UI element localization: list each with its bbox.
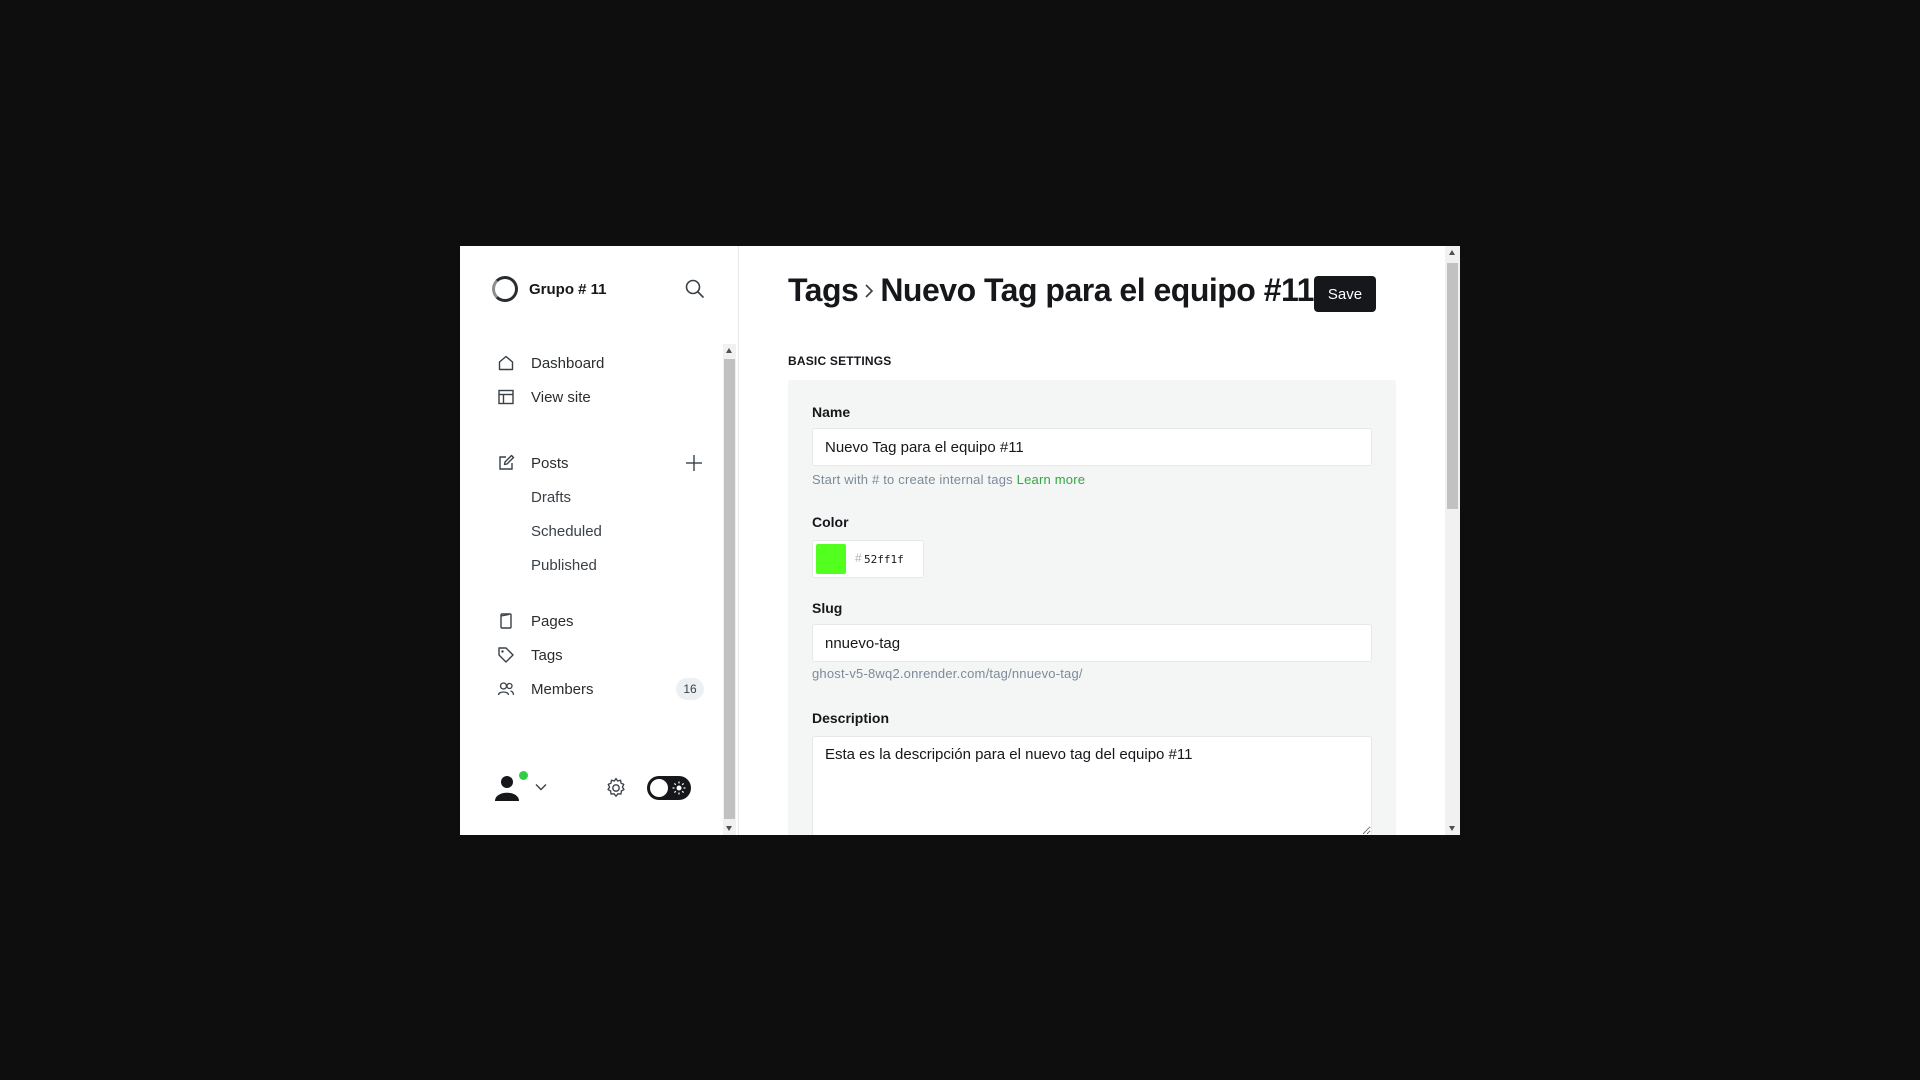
name-hint-text: Start with # to create internal tags [812,472,1013,487]
search-icon[interactable] [684,278,706,300]
sidebar-item-label: Pages [531,612,574,630]
scrollbar-thumb[interactable] [1447,263,1458,509]
color-hex-input[interactable] [864,547,919,571]
sidebar-item-scheduled[interactable]: Scheduled [496,514,696,548]
site-logo [492,276,518,302]
learn-more-link[interactable]: Learn more [1017,472,1085,487]
members-count-badge: 16 [676,678,704,700]
site-name: Grupo # 11 [529,280,607,298]
sidebar-item-published[interactable]: Published [496,548,696,582]
slug-label: Slug [812,600,843,616]
chevron-down-icon[interactable] [534,780,548,794]
scroll-up-arrow-icon[interactable] [726,348,732,353]
basic-settings-panel: Name Start with # to create internal tag… [788,380,1396,835]
sidebar-item-label: Tags [531,646,563,664]
color-label: Color [812,514,849,530]
edit-icon [496,453,516,473]
breadcrumb-tags-link[interactable]: Tags [788,272,859,309]
sun-icon [672,781,686,795]
scrollbar-thumb[interactable] [724,359,735,819]
sidebar-item-label: Posts [531,454,569,472]
page-title: Tags Nuevo Tag para el equipo #11 [788,272,1314,309]
sidebar-item-label: Members [531,680,594,698]
name-field[interactable] [812,428,1372,466]
sidebar-nav: Dashboard View site Posts Drafts Schedul… [496,346,704,706]
scroll-down-arrow-icon[interactable] [1449,826,1455,831]
sidebar-item-drafts[interactable]: Drafts [496,480,696,514]
description-label: Description [812,710,890,726]
description-field[interactable]: Esta es la descripción para el nuevo tag… [812,736,1372,835]
sidebar: Grupo # 11 Dashboard View site Posts Dra… [460,246,739,835]
gear-icon[interactable] [604,776,628,800]
main-scrollbar[interactable] [1445,246,1460,835]
app-window: Grupo # 11 Dashboard View site Posts Dra… [460,246,1460,835]
main-content: Tags Nuevo Tag para el equipo #11 Save B… [740,246,1445,835]
members-icon [496,679,516,699]
toggle-knob [650,779,668,797]
sidebar-item-label: Dashboard [531,354,605,372]
slug-field[interactable] [812,624,1372,662]
name-label: Name [812,404,851,420]
sidebar-item-label: View site [531,388,591,406]
scroll-down-arrow-icon[interactable] [726,826,732,831]
slug-url-hint: ghost-v5-8wq2.onrender.com/tag/nnuevo-ta… [812,666,1083,681]
dark-mode-toggle[interactable] [647,776,691,800]
sidebar-item-pages[interactable]: Pages [496,604,696,638]
sidebar-item-members[interactable]: Members 16 [496,672,704,706]
name-hint: Start with # to create internal tags Lea… [812,472,1085,487]
tag-title: Nuevo Tag para el equipo #11 [880,272,1314,308]
add-post-plus-icon[interactable] [684,453,704,473]
save-button[interactable]: Save [1314,276,1376,312]
section-label-basic-settings: BASIC SETTINGS [788,354,892,368]
color-picker: # [812,540,924,578]
brand[interactable]: Grupo # 11 [492,276,607,302]
hash-symbol: # [855,551,862,565]
chevron-right-icon [860,280,878,302]
sidebar-item-dashboard[interactable]: Dashboard [496,346,696,380]
home-icon [496,353,516,373]
sidebar-item-posts[interactable]: Posts [496,446,702,480]
sidebar-scrollbar[interactable] [723,344,736,835]
online-status-dot [518,770,529,781]
sidebar-item-tags[interactable]: Tags [496,638,696,672]
user-menu-row [492,770,724,810]
color-swatch[interactable] [816,544,846,574]
scroll-up-arrow-icon[interactable] [1449,250,1455,255]
layout-icon [496,387,516,407]
sidebar-item-view-site[interactable]: View site [496,380,696,414]
page-icon [496,611,516,631]
tag-icon [496,645,516,665]
